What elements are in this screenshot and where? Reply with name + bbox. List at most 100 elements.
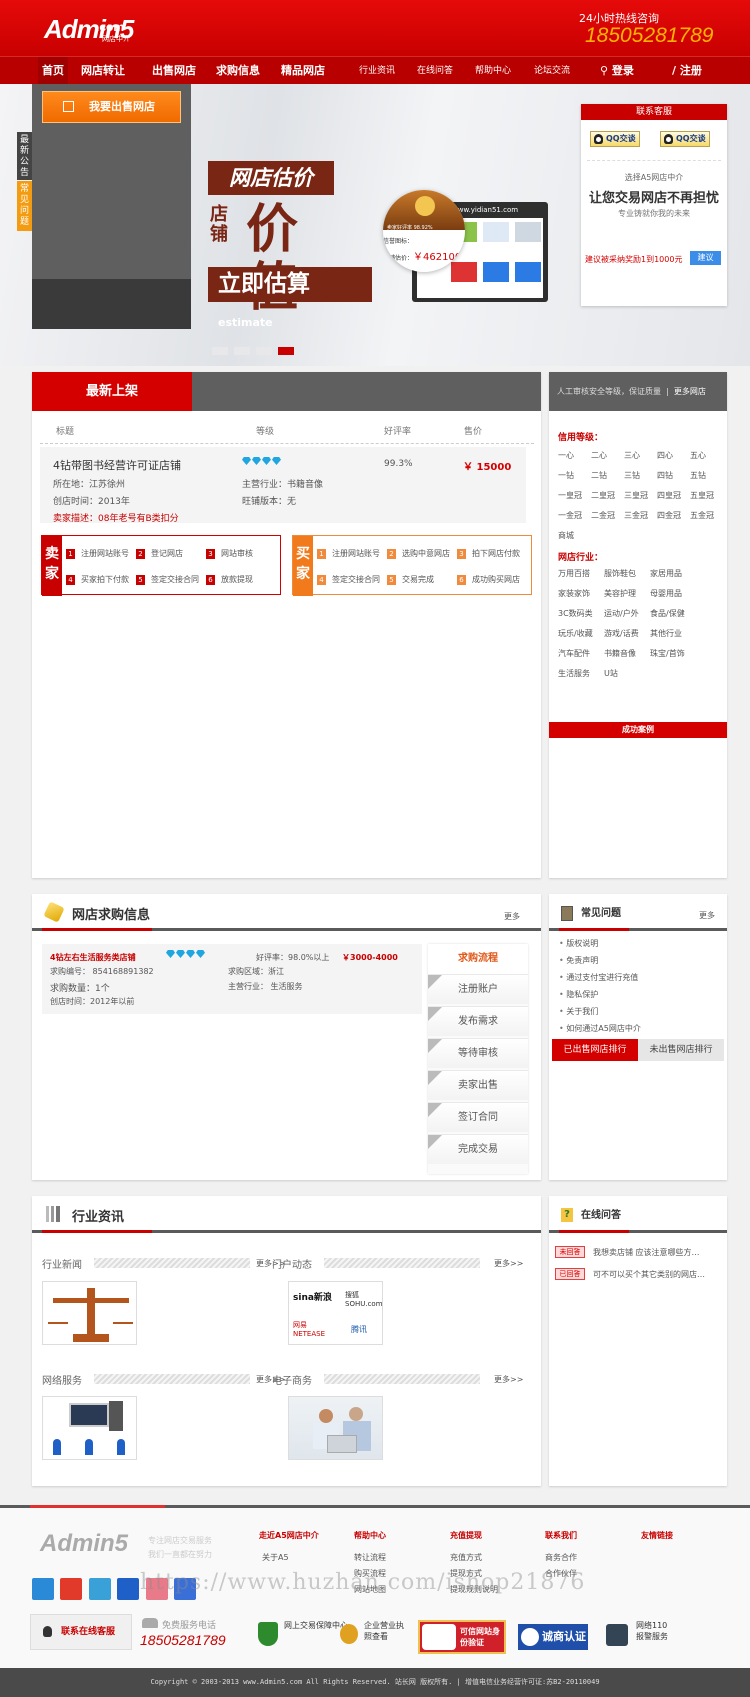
business-people-image[interactable]: [288, 1396, 383, 1460]
qzone-icon[interactable]: [32, 1578, 54, 1600]
news-more-link[interactable]: 更多>>: [494, 1374, 523, 1385]
credit-level-link[interactable]: 一金冠: [558, 510, 582, 521]
credit-level-link[interactable]: 四皇冠: [657, 490, 681, 501]
footer-link[interactable]: 网站地图: [354, 1584, 386, 1595]
slide-dot-1[interactable]: [212, 347, 228, 355]
site-logo[interactable]: Admin5 .com 网店中介: [44, 14, 134, 45]
suggest-button[interactable]: 建议: [690, 251, 721, 265]
nav-item-help[interactable]: 帮助中心: [475, 57, 511, 85]
success-cases-bar[interactable]: 成功案例: [549, 722, 727, 738]
industry-link[interactable]: 珠宝/首饰: [650, 648, 685, 659]
badge-police-110[interactable]: 网络110报警服务: [604, 1620, 674, 1652]
footer-link[interactable]: 关于A5: [262, 1552, 289, 1563]
nav-item-transfer[interactable]: 网店转让: [81, 57, 125, 85]
tab-sold-ranking[interactable]: 已出售网店排行: [552, 1039, 638, 1061]
footer-link[interactable]: 购买流程: [354, 1568, 386, 1579]
login-link[interactable]: ⚲ 登录: [600, 57, 634, 85]
industry-link[interactable]: 万用百搭: [558, 568, 590, 579]
faq-item[interactable]: 关于我们: [559, 1006, 598, 1017]
kaixin-icon[interactable]: [146, 1578, 168, 1600]
qq-chat-button-2[interactable]: QQ交谈: [660, 131, 710, 147]
faq-item[interactable]: 免责声明: [559, 955, 598, 966]
wanted-card[interactable]: 4钻左右生活服务类店铺 好评率：98.0%以上 ￥3000-4000 求购编号：…: [42, 944, 422, 1014]
network-image[interactable]: [42, 1396, 137, 1460]
credit-level-link[interactable]: 三金冠: [624, 510, 648, 521]
faq-item[interactable]: 如何通过A5网店中介: [559, 1023, 641, 1034]
industry-link[interactable]: 食品/保健: [650, 608, 685, 619]
register-link[interactable]: / 注册: [672, 57, 702, 85]
industry-link[interactable]: 运动/户外: [604, 608, 639, 619]
footer-logo[interactable]: Admin5: [40, 1530, 128, 1558]
tab-faq[interactable]: 常见问题: [17, 181, 32, 231]
industry-link[interactable]: U站: [604, 668, 618, 679]
weibo-icon[interactable]: [60, 1578, 82, 1600]
slide-dot-3[interactable]: [256, 347, 272, 355]
industry-link[interactable]: 玩乐/收藏: [558, 628, 593, 639]
badge-business-certified[interactable]: 诚商认证: [518, 1624, 588, 1650]
industry-link[interactable]: 服饰鞋包: [604, 568, 636, 579]
industry-link[interactable]: 汽车配件: [558, 648, 590, 659]
industry-link[interactable]: 母婴用品: [650, 588, 682, 599]
news-more-link[interactable]: 更多>>: [494, 1258, 523, 1269]
wanted-title[interactable]: 4钻左右生活服务类店铺: [50, 952, 136, 963]
footer-link[interactable]: 提现方式: [450, 1568, 482, 1579]
industry-link[interactable]: 书籍音像: [604, 648, 636, 659]
renren-icon[interactable]: [117, 1578, 139, 1600]
badge-trusted-site[interactable]: 可信网站身份验证: [418, 1620, 506, 1654]
badge-trade-protection[interactable]: 网上交易保障中心: [258, 1620, 348, 1652]
sell-shop-button[interactable]: 我要出售网店: [42, 91, 181, 123]
credit-level-link[interactable]: 四金冠: [657, 510, 681, 521]
nav-item-sell[interactable]: 出售网店: [152, 57, 196, 85]
faq-item[interactable]: 隐私保护: [559, 989, 598, 1000]
listing-title[interactable]: 4钻带图书经营许可证店铺: [53, 457, 181, 473]
qq-chat-button-1[interactable]: QQ交谈: [590, 131, 640, 147]
slide-dot-4[interactable]: [278, 347, 294, 355]
tencent-weibo-icon[interactable]: [89, 1578, 111, 1600]
credit-level-link[interactable]: 商城: [558, 530, 574, 541]
credit-level-link[interactable]: 四心: [657, 450, 673, 461]
portal-logos-image[interactable]: sina新浪 搜狐 SOHU.com 网易 NETEASE 腾讯: [288, 1281, 383, 1345]
nav-item-home[interactable]: 首页: [38, 57, 68, 85]
industry-link[interactable]: 美容护理: [604, 588, 636, 599]
credit-level-link[interactable]: 五钻: [690, 470, 706, 481]
footer-link[interactable]: 商务合作: [545, 1552, 577, 1563]
wanted-more-link[interactable]: 更多: [504, 911, 520, 922]
nav-item-premium[interactable]: 精品网店: [281, 57, 325, 85]
faq-more-link[interactable]: 更多: [699, 910, 715, 921]
douban-icon[interactable]: [174, 1578, 196, 1600]
footer-link[interactable]: 充值方式: [450, 1552, 482, 1563]
credit-level-link[interactable]: 二心: [591, 450, 607, 461]
tab-announcements[interactable]: 最新公告: [17, 132, 32, 180]
credit-level-link[interactable]: 二金冠: [591, 510, 615, 521]
nav-item-wanted[interactable]: 求购信息: [216, 57, 260, 85]
industry-link[interactable]: 游戏/话费: [604, 628, 639, 639]
industry-link[interactable]: 家装家饰: [558, 588, 590, 599]
credit-level-link[interactable]: 一钻: [558, 470, 574, 481]
industry-link[interactable]: 其他行业: [650, 628, 682, 639]
more-shops-link[interactable]: 更多网店: [674, 387, 706, 396]
badge-business-license[interactable]: 企业营业执照查看: [340, 1620, 410, 1652]
industry-link[interactable]: 家居用品: [650, 568, 682, 579]
tab-newest[interactable]: 最新上架: [32, 372, 192, 411]
faq-item[interactable]: 版权说明: [559, 938, 598, 949]
credit-level-link[interactable]: 五金冠: [690, 510, 714, 521]
footer-link[interactable]: 提现规则说明: [450, 1584, 498, 1595]
credit-level-link[interactable]: 五皇冠: [690, 490, 714, 501]
credit-level-link[interactable]: 二皇冠: [591, 490, 615, 501]
footer-link[interactable]: 转让流程: [354, 1552, 386, 1563]
online-service-button[interactable]: 联系在线客服: [30, 1614, 132, 1650]
credit-level-link[interactable]: 三皇冠: [624, 490, 648, 501]
credit-level-link[interactable]: 一皇冠: [558, 490, 582, 501]
industry-link[interactable]: 3C数码类: [558, 608, 593, 619]
scales-image[interactable]: [42, 1281, 137, 1345]
faq-item[interactable]: 通过支付宝进行充值: [559, 972, 638, 983]
credit-level-link[interactable]: 二钻: [591, 470, 607, 481]
credit-level-link[interactable]: 五心: [690, 450, 706, 461]
listing-row[interactable]: 4钻带图书经营许可证店铺 所在地：江苏徐州 创店时间：2013年 卖家描述：08…: [40, 447, 526, 524]
nav-item-qa[interactable]: 在线问答: [417, 57, 453, 85]
nav-item-forum[interactable]: 论坛交流: [534, 57, 570, 85]
credit-level-link[interactable]: 一心: [558, 450, 574, 461]
credit-level-link[interactable]: 三心: [624, 450, 640, 461]
tab-unsold-ranking[interactable]: 未出售网店排行: [638, 1039, 724, 1061]
credit-level-link[interactable]: 三钻: [624, 470, 640, 481]
